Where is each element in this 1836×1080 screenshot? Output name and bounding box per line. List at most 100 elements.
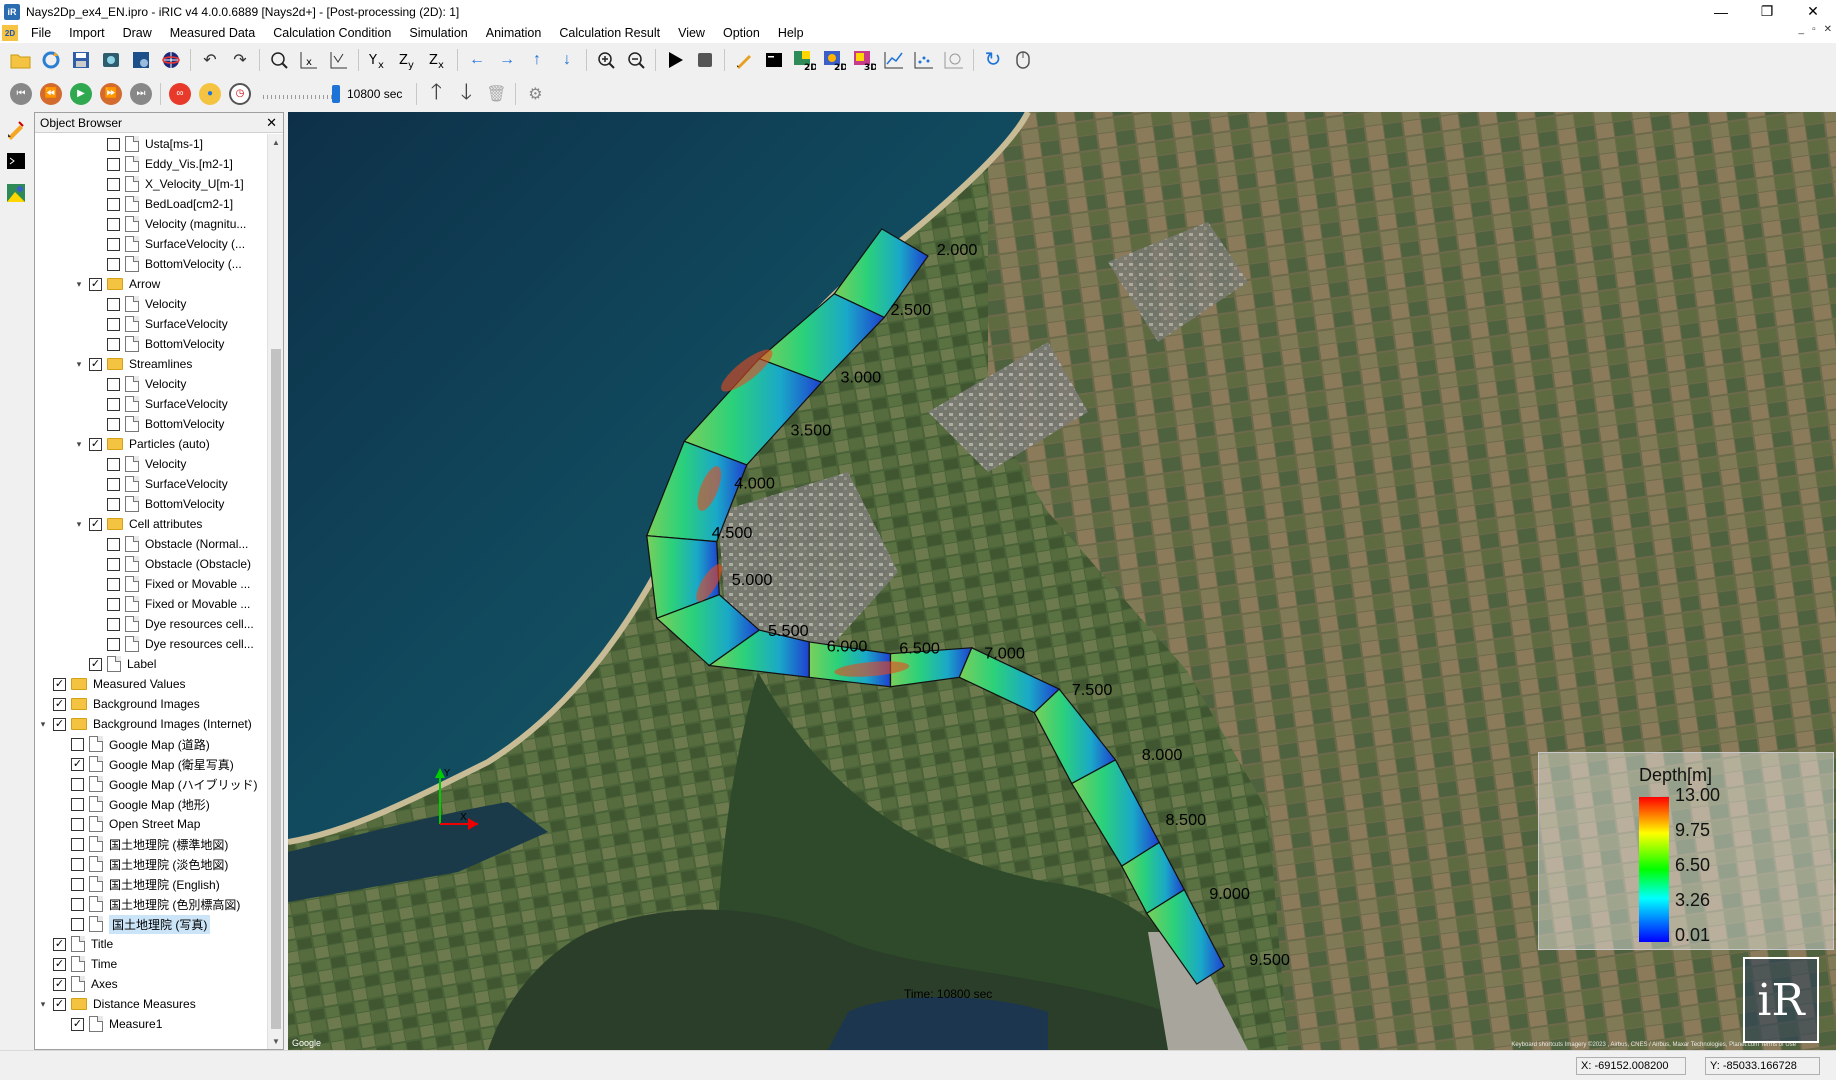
tree-item[interactable]: 国土地理院 (写真) xyxy=(55,914,211,934)
tree-item-checkbox[interactable] xyxy=(107,557,120,571)
last-step-icon[interactable]: ⏭ xyxy=(130,82,152,105)
save-icon[interactable] xyxy=(68,47,94,73)
color-map-icon[interactable] xyxy=(3,180,29,206)
refresh-icon[interactable]: ↻ xyxy=(980,47,1006,73)
expand-chevron-icon[interactable]: ▾ xyxy=(37,999,49,1010)
tree-item-checkbox[interactable] xyxy=(71,897,84,911)
tree-item[interactable]: SurfaceVelocity (... xyxy=(91,234,245,254)
tree-item-checkbox[interactable]: ✓ xyxy=(53,937,66,951)
tree-item[interactable]: Google Map (道路) xyxy=(55,734,210,754)
tree-item-checkbox[interactable] xyxy=(107,497,120,511)
tree-item-checkbox[interactable]: ✓ xyxy=(53,677,66,691)
tree-item-checkbox[interactable] xyxy=(71,837,84,851)
tree-item[interactable]: Fixed or Movable ... xyxy=(91,594,250,614)
tree-item-checkbox[interactable] xyxy=(71,877,84,891)
follow-icon[interactable]: ● xyxy=(199,82,221,105)
move-up-icon[interactable]: ↑ xyxy=(524,47,550,73)
tree-item[interactable]: ▾ ✓ Cell attributes xyxy=(73,514,203,534)
tree-item-checkbox[interactable] xyxy=(107,457,120,471)
menu-import[interactable]: Import xyxy=(60,23,113,43)
tree-item-checkbox[interactable] xyxy=(107,377,120,391)
tree-item[interactable]: ✓ Axes xyxy=(37,974,118,994)
reset-x-icon[interactable]: x xyxy=(296,47,322,73)
tree-item[interactable]: ▾ ✓ Background Images (Internet) xyxy=(37,714,252,734)
graph-icon[interactable] xyxy=(881,47,907,73)
expand-chevron-icon[interactable]: ▾ xyxy=(73,359,85,370)
tree-item[interactable]: Eddy_Vis.[m2-1] xyxy=(91,154,233,174)
move-down-icon[interactable]: ↓ xyxy=(554,47,580,73)
expand-chevron-icon[interactable]: ▾ xyxy=(37,719,49,730)
undo-icon[interactable]: ↶ xyxy=(197,47,223,73)
move-right-icon[interactable]: → xyxy=(494,47,520,73)
mdi-restore-icon[interactable]: ▫ xyxy=(1812,24,1816,35)
tree-item[interactable]: BedLoad[cm2-1] xyxy=(91,194,233,214)
tree-item-checkbox[interactable]: ✓ xyxy=(53,977,66,991)
tree-item-checkbox[interactable] xyxy=(107,537,120,551)
depth-legend[interactable]: Depth[m] 13.00 9.75 6.50 3.26 0.01 xyxy=(1538,752,1834,950)
restore-button[interactable]: ❐ xyxy=(1744,0,1790,23)
tree-item[interactable]: Dye resources cell... xyxy=(91,614,254,634)
menu-calculation-result[interactable]: Calculation Result xyxy=(550,23,669,43)
tree-item[interactable]: Google Map (地形) xyxy=(55,794,210,814)
menu-help[interactable]: Help xyxy=(769,23,813,43)
tree-item-checkbox[interactable]: ✓ xyxy=(53,697,66,711)
tree-item-checkbox[interactable] xyxy=(107,477,120,491)
tree-item-checkbox[interactable] xyxy=(71,857,84,871)
menu-simulation[interactable]: Simulation xyxy=(400,23,476,43)
pre-processor-icon[interactable] xyxy=(731,47,757,73)
scroll-thumb[interactable] xyxy=(271,349,281,1029)
tree-item[interactable]: Usta[ms-1] xyxy=(91,134,203,154)
tree-item-checkbox[interactable]: ✓ xyxy=(89,517,102,531)
close-button[interactable]: ✕ xyxy=(1790,0,1836,23)
tree-item-checkbox[interactable] xyxy=(107,157,120,171)
tree-item-checkbox[interactable]: ✓ xyxy=(89,277,102,291)
post-2d-icon[interactable]: 2D xyxy=(791,47,817,73)
tree-item[interactable]: Velocity xyxy=(91,374,186,394)
tree-item[interactable]: BottomVelocity (... xyxy=(91,254,242,274)
console-window-icon[interactable] xyxy=(3,148,29,174)
tree-item-checkbox[interactable] xyxy=(107,217,120,231)
time-slider-thumb[interactable] xyxy=(332,84,340,103)
zoom-out-icon[interactable] xyxy=(623,47,649,73)
tree-item[interactable]: Fixed or Movable ... xyxy=(91,574,250,594)
tree-item-checkbox[interactable]: ✓ xyxy=(71,757,84,771)
tree-item-checkbox[interactable] xyxy=(71,917,84,931)
tree-item-checkbox[interactable] xyxy=(107,197,120,211)
post-3d-icon[interactable]: 3D xyxy=(851,47,877,73)
menu-view[interactable]: View xyxy=(669,23,714,43)
minimize-button[interactable]: — xyxy=(1698,0,1744,23)
scroll-down-icon[interactable]: ▼ xyxy=(268,1033,284,1049)
menu-calculation-condition[interactable]: Calculation Condition xyxy=(264,23,400,43)
tree-item[interactable]: Velocity xyxy=(91,454,186,474)
tree-item-checkbox[interactable] xyxy=(107,617,120,631)
expand-chevron-icon[interactable]: ▾ xyxy=(73,439,85,450)
tree-item[interactable]: ▾ ✓ Arrow xyxy=(73,274,161,294)
tree-item[interactable]: ✓ Background Images xyxy=(37,694,200,714)
tree-item-checkbox[interactable] xyxy=(107,257,120,271)
tree-item[interactable]: Obstacle (Normal... xyxy=(91,534,248,554)
raise-icon[interactable]: 🡑 xyxy=(423,79,449,107)
reload-icon[interactable] xyxy=(38,47,64,73)
play-icon[interactable]: ▶ xyxy=(70,82,92,105)
tree-item-checkbox[interactable] xyxy=(107,337,120,351)
tree-item[interactable]: 国土地理院 (淡色地図) xyxy=(55,854,228,874)
tree-item[interactable]: SurfaceVelocity xyxy=(91,394,228,414)
tree-item-checkbox[interactable] xyxy=(71,797,84,811)
mouse-icon[interactable] xyxy=(1010,47,1036,73)
solver-console-icon[interactable] xyxy=(761,47,787,73)
tree-item-checkbox[interactable] xyxy=(107,397,120,411)
menu-draw[interactable]: Draw xyxy=(114,23,161,43)
edit-pencil-icon[interactable] xyxy=(3,116,29,142)
tree-item-checkbox[interactable] xyxy=(107,637,120,651)
mdi-child-icon[interactable]: 2D xyxy=(2,25,18,41)
tree-item-checkbox[interactable] xyxy=(107,297,120,311)
zoom-in-icon[interactable] xyxy=(593,47,619,73)
snapshot-icon[interactable] xyxy=(98,47,124,73)
tree-item-checkbox[interactable] xyxy=(71,737,84,751)
post-2d-bird-icon[interactable]: 2D xyxy=(821,47,847,73)
move-left-icon[interactable]: ← xyxy=(464,47,490,73)
tree-item[interactable]: ✓ Measure1 xyxy=(55,1014,162,1034)
tree-item[interactable]: Dye resources cell... xyxy=(91,634,254,654)
tree-item-checkbox[interactable]: ✓ xyxy=(89,357,102,371)
expand-chevron-icon[interactable]: ▾ xyxy=(73,519,85,530)
